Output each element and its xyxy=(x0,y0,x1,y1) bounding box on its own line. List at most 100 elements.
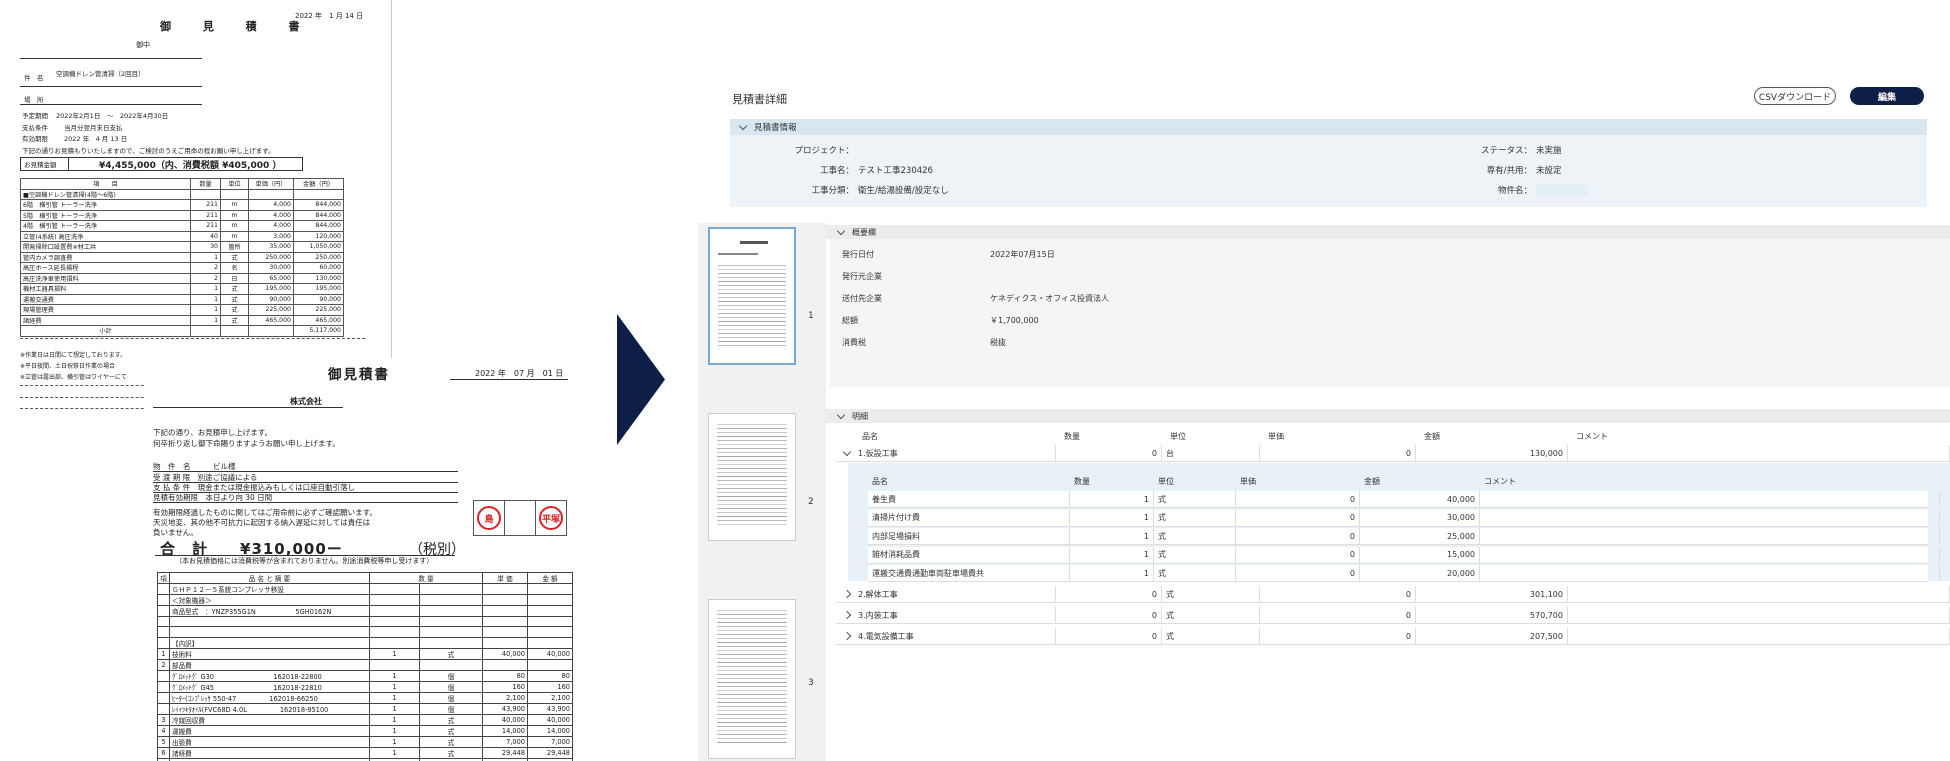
doc2-table-cell: 80 xyxy=(527,669,573,682)
cell-qty: 1 xyxy=(1070,546,1154,563)
doc1-table-row: 機材工器具損料 1 式 195,000 195,000 xyxy=(20,283,344,295)
cell-name: 3.内装工事 xyxy=(842,607,1056,623)
doc2-table-cell: 1 xyxy=(369,647,420,660)
info-exclusive-value: 未設定 xyxy=(1536,166,1562,176)
page-title: 見積書詳細 xyxy=(732,93,787,106)
item-row[interactable]: 1.仮設工事 0 台 0 130,000 xyxy=(836,445,1950,462)
column-header[interactable]: 単位 xyxy=(1166,428,1264,445)
doc1-table-row: 高圧ホース延長揚程 2 名 30,000 60,000 xyxy=(20,262,344,274)
doc2-table-cell: 2 xyxy=(157,658,170,671)
doc2-table-cell: 2,100 xyxy=(482,691,528,704)
page-thumbnail[interactable] xyxy=(708,413,796,541)
doc1-table-cell: 40 xyxy=(190,230,221,242)
doc1-intro: 下記の通りお見積もりいたしますので、ご検討のうえご用命の程お願い申し上げます。 xyxy=(22,147,275,155)
doc2-table-cell: 個 xyxy=(418,691,484,704)
info-exclusive: 専有/共用： 未設定 xyxy=(1452,164,1562,176)
doc2-table-cell xyxy=(157,615,170,628)
sub-item-row[interactable]: 運搬交通費通勤車両駐車場費共 1 式 0 20,000 xyxy=(868,565,1940,583)
doc2-table-cell xyxy=(157,583,170,595)
item-row[interactable]: 3.内装工事 0 式 0 570,700 xyxy=(836,607,1950,624)
item-row[interactable]: 2.解体工事 0 式 0 301,100 xyxy=(836,586,1950,603)
doc1-payment: 当月分翌月末日支払 xyxy=(64,124,123,132)
doc2-title: 御見積書 xyxy=(328,367,390,383)
cell-price: 0 xyxy=(1236,565,1360,582)
doc1-table-cell: 式 xyxy=(220,251,249,263)
detail-section-header[interactable]: 明細 xyxy=(826,409,1950,423)
doc2-table-cell: ＜対象機器＞ xyxy=(169,594,370,606)
cell-text: 運搬交通費通勤車両駐車場費共 xyxy=(872,568,984,578)
cell-price: 0 xyxy=(1236,509,1360,526)
thumbnail-line xyxy=(717,456,787,457)
thumbnail-line xyxy=(717,468,787,469)
thumbnail-line xyxy=(717,614,787,615)
doc2-table-cell xyxy=(527,605,573,617)
thumbnail-line xyxy=(717,460,787,461)
sub-item-row[interactable]: 雑材消耗品費 1 式 0 15,000 xyxy=(868,546,1940,564)
doc2-table-cell: 個 xyxy=(418,680,484,693)
info-section-header[interactable]: 見積書情報 xyxy=(730,119,1927,135)
doc2-table-cell xyxy=(369,583,420,595)
doc1-table-cell: 211 xyxy=(190,199,221,211)
sub-items-panel: 品名 数量 単位 単価 金額 コメント 養生費 1 式 0 40,000 清掃片付け費 1 式 0 30,00… xyxy=(848,463,1950,583)
thumbnail-line xyxy=(717,642,787,643)
cell-text: 2.解体工事 xyxy=(858,589,898,599)
edit-button[interactable]: 編集 xyxy=(1850,87,1924,105)
doc1-table-cell: 30 xyxy=(190,241,221,253)
thumbnail-line xyxy=(717,622,787,623)
cell-amount: 30,000 xyxy=(1360,509,1480,526)
cell-text: 4.電気設備工事 xyxy=(858,631,914,641)
cell-unit: 式 xyxy=(1154,528,1236,545)
cell-text: 式 xyxy=(1158,494,1166,504)
chevron-right-icon[interactable] xyxy=(842,589,852,599)
cell-price: 0 xyxy=(1236,491,1360,507)
cell-unit: 台 xyxy=(1162,445,1260,461)
page-thumbnail-list[interactable] xyxy=(698,223,826,761)
doc2-table-cell: 式 xyxy=(418,713,484,726)
sub-item-row[interactable]: 養生費 1 式 0 40,000 xyxy=(868,491,1940,508)
thumbnail-line xyxy=(718,309,786,310)
doc1-table-row: ■空調機ドレン管清掃(4階〜6階) xyxy=(20,188,344,200)
overview-section-header[interactable]: 概要欄 xyxy=(826,225,1950,239)
doc2-table-cell: 1 xyxy=(369,669,420,682)
column-header[interactable]: 単価 xyxy=(1264,428,1420,445)
thumbnail-line xyxy=(718,265,786,266)
doc1-table-cell: 管内カメラ調査費 xyxy=(20,251,191,263)
chevron-right-icon[interactable] xyxy=(842,631,852,641)
doc2-table-cell: 商品型式 ：YNZP355G1N 5GH0162N xyxy=(169,605,370,617)
doc2-table-cell: 160 xyxy=(482,680,528,693)
doc2-table-cell xyxy=(482,658,528,671)
column-header[interactable]: コメント xyxy=(1572,428,1950,445)
thumbnail-line xyxy=(717,464,787,465)
sub-item-row[interactable]: 清掃片付け費 1 式 0 30,000 xyxy=(868,509,1940,527)
doc1-table-cell: 90,000 xyxy=(293,293,344,305)
item-row[interactable]: 4.電気設備工事 0 式 0 207,500 xyxy=(836,628,1950,645)
thumbnail-line xyxy=(717,674,787,675)
column-header[interactable]: 品名 xyxy=(858,428,1060,445)
doc1-table-cell: 6階 横引管 トーラー洗浄 xyxy=(20,199,191,211)
doc1-table-cell: 195,000 xyxy=(293,283,344,295)
chevron-right-icon[interactable] xyxy=(842,610,852,620)
column-header[interactable]: 数量 xyxy=(1060,428,1166,445)
doc1-table-cell: 5,117,000 xyxy=(293,325,344,337)
thumbnail-line xyxy=(717,742,787,743)
thumbnail-line xyxy=(717,504,787,505)
cell-comment xyxy=(1480,546,1940,563)
page-thumbnail[interactable] xyxy=(708,599,796,759)
thumbnail-line xyxy=(717,496,787,497)
cell-comment xyxy=(1568,586,1950,602)
page-thumbnail[interactable] xyxy=(708,227,796,365)
sub-item-row[interactable]: 内部足場損料 1 式 0 25,000 xyxy=(868,528,1940,546)
doc2-table-cell: 1 xyxy=(369,691,420,704)
doc1-recipient: 御中 xyxy=(136,41,150,49)
csv-download-button[interactable]: CSVダウンロード xyxy=(1754,87,1836,105)
doc1-table-cell: 35,000 xyxy=(248,241,294,253)
doc1-table-cell: 式 xyxy=(220,293,249,305)
chevron-down-icon[interactable] xyxy=(842,447,852,456)
doc2-table-cell xyxy=(527,583,573,595)
cell-text: 0 xyxy=(1151,448,1157,458)
column-header[interactable]: 金額 xyxy=(1420,428,1572,445)
doc2-table-row: 2 部品費 xyxy=(157,658,573,671)
doc1-table-cell: 式 xyxy=(220,304,249,316)
doc2-table-cell xyxy=(527,594,573,606)
info-project-label: プロジェクト： xyxy=(794,146,854,156)
